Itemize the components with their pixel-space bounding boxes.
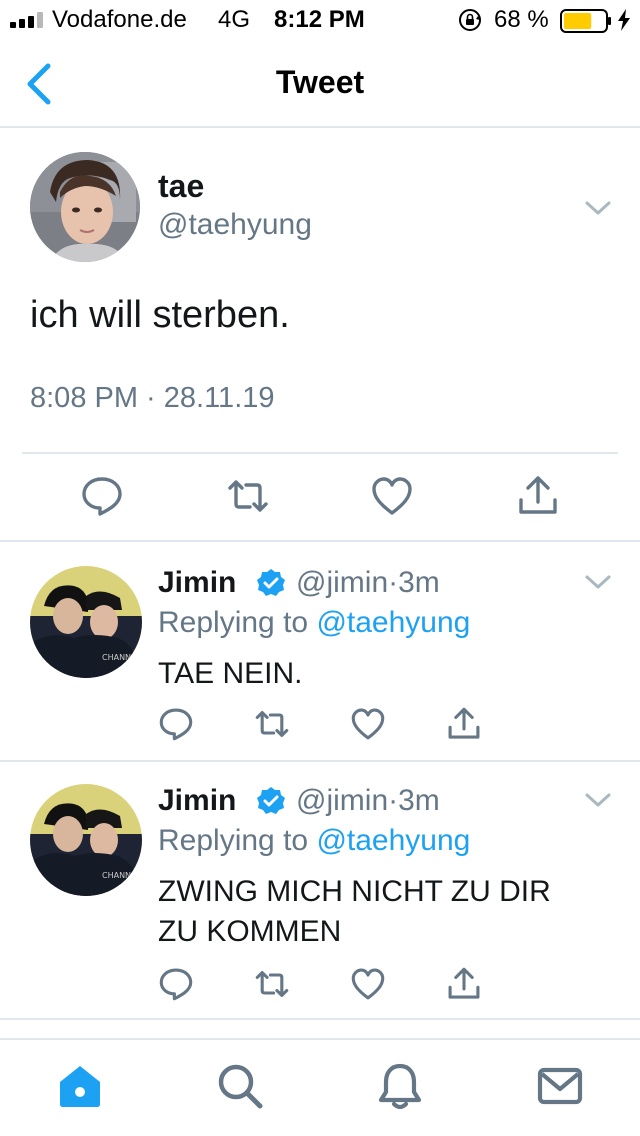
rotation-lock-icon [459,9,481,31]
reply-tweet: CHANNEL Jimin @jimin·3m Replying to @tae… [0,764,640,1020]
replying-prefix: Replying to [158,824,309,857]
share-icon[interactable] [446,706,482,742]
author-name[interactable]: Jimin [158,566,236,600]
network-label: 4G [218,6,251,33]
separator: · [388,566,399,599]
like-icon[interactable] [350,966,386,1002]
author-name[interactable]: Jimin [158,784,236,818]
mention-link[interactable]: @taehyung [316,824,470,857]
messages-icon[interactable] [536,1062,584,1110]
retweet-icon[interactable] [254,706,290,742]
mention-link[interactable]: @taehyung [316,606,470,639]
share-icon[interactable] [446,966,482,1002]
main-tweet: tae @taehyung ich will sterben. 8:08 PM … [0,130,640,542]
svg-text:CHANNEL: CHANNEL [102,653,141,662]
author-handle[interactable]: @jimin·3m [296,784,440,818]
chevron-down-icon[interactable] [583,198,613,218]
author-handle[interactable]: @taehyung [158,208,312,242]
retweet-icon[interactable] [226,474,270,518]
like-icon[interactable] [350,706,386,742]
tweet-age: 3m [398,784,440,817]
battery-percent: 68 % [494,6,549,33]
reply-icon[interactable] [158,966,194,1002]
verified-badge-icon [257,569,285,596]
author-name[interactable]: tae [158,168,204,205]
tweet-text: TAE NEIN. [158,657,303,690]
avatar[interactable] [30,152,140,262]
replying-to: Replying to @taehyung [158,606,470,640]
tweet-text: ZWING MICH NICHT ZU DIR ZU KOMMEN [158,875,551,948]
separator: · [388,784,399,817]
status-bar: Vodafone.de 4G 8:12 PM 68 % [0,0,640,40]
signal-bars-icon [10,12,43,28]
charging-bolt-icon [618,9,630,31]
battery-icon [560,9,611,33]
tweet-text: ich will sterben. [30,294,290,336]
reply-tweet: CHANNEL Jimin @jimin·3m Replying to @tae… [0,544,640,762]
like-icon[interactable] [370,474,414,518]
handle-text: @jimin [296,784,389,817]
reply-icon[interactable] [80,474,124,518]
verified-badge-icon [257,787,285,814]
carrier-label: Vodafone.de [52,6,187,33]
tab-bar [0,1038,640,1136]
reply-icon[interactable] [158,706,194,742]
author-handle[interactable]: @jimin·3m [296,566,440,600]
search-icon[interactable] [216,1062,264,1110]
svg-text:CHANNEL: CHANNEL [102,871,141,880]
replying-prefix: Replying to [158,606,309,639]
handle-text: @jimin [296,566,389,599]
page-title: Tweet [275,64,365,100]
chevron-down-icon[interactable] [583,790,613,810]
tweet-age: 3m [398,566,440,599]
avatar-photo: CHANNEL [30,784,142,896]
clock: 8:12 PM [274,6,365,33]
share-icon[interactable] [516,474,560,518]
home-icon[interactable] [56,1062,104,1110]
nav-header: Tweet [0,40,640,128]
avatar[interactable]: CHANNEL [30,784,142,896]
avatar[interactable]: CHANNEL [30,566,142,678]
tweet-timestamp: 8:08 PM · 28.11.19 [30,382,275,414]
divider [22,452,618,454]
replying-to: Replying to @taehyung [158,824,470,858]
avatar-photo [30,152,140,262]
retweet-icon[interactable] [254,966,290,1002]
avatar-photo: CHANNEL [30,566,142,678]
chevron-down-icon[interactable] [583,572,613,592]
notifications-icon[interactable] [376,1062,424,1110]
